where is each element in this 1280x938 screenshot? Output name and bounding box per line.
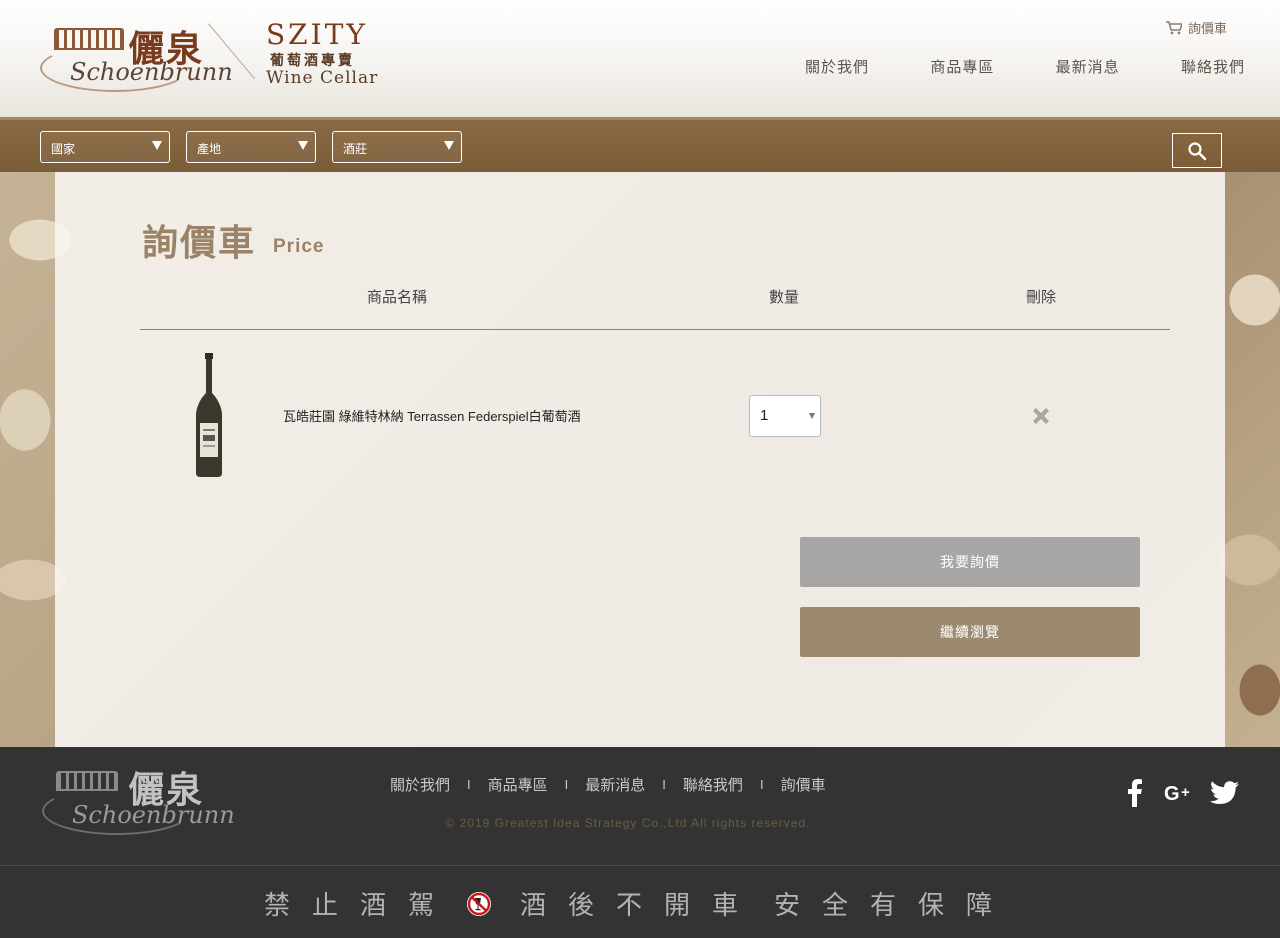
twitter-icon[interactable]: [1210, 781, 1240, 805]
footer-nav-separator: I: [759, 777, 764, 792]
nav-products[interactable]: 商品專區: [930, 56, 994, 77]
slogan: 禁止酒駕 酒後不開車 安全有保障: [264, 885, 1014, 922]
slogan-middle: 酒後不開車: [520, 890, 761, 920]
copyright-text: © 2019 Greatest Idea Strategy Co.,Ltd Al…: [445, 816, 811, 830]
continue-browsing-button[interactable]: 繼續瀏覽: [800, 607, 1140, 657]
quantity-select[interactable]: 1: [749, 395, 821, 437]
nav-news[interactable]: 最新消息: [1056, 56, 1120, 77]
logo-brand-script: Schoenbrunn: [70, 58, 233, 86]
footer-nav: 關於我們 I 商品專區 I 最新消息 I 聯絡我們 I 詢價車: [390, 774, 826, 795]
column-header-name: 商品名稱: [367, 289, 428, 306]
region-select-label: 產地: [197, 142, 222, 156]
nav-about[interactable]: 關於我們: [805, 56, 869, 77]
site-header: 儷泉 Schoenbrunn SZITY 葡萄酒專賣 Wine Cellar 詢…: [0, 0, 1280, 117]
country-select[interactable]: 國家: [40, 131, 170, 163]
inquire-button[interactable]: 我要詢價: [800, 537, 1140, 587]
winery-select-label: 酒莊: [343, 142, 368, 156]
footer-nav-separator: I: [564, 777, 569, 792]
filter-bar: 國家 產地 酒莊: [0, 117, 1280, 172]
site-logo[interactable]: 儷泉 Schoenbrunn SZITY 葡萄酒專賣 Wine Cellar: [40, 14, 380, 94]
product-name[interactable]: 瓦皓莊園 綠維特林納 Terrassen Federspiel白葡萄酒: [283, 406, 581, 425]
chevron-down-icon: [809, 413, 815, 419]
footer-nav-cart[interactable]: 詢價車: [781, 774, 826, 795]
nav-contact[interactable]: 聯絡我們: [1181, 56, 1245, 77]
slogan-right: 安全有保障: [774, 890, 1015, 920]
footer-nav-separator: I: [467, 777, 471, 792]
no-drink-driving-icon: [467, 891, 492, 916]
partner-logo-name: SZITY: [266, 18, 368, 51]
footer-nav-about[interactable]: 關於我們: [390, 774, 450, 795]
cart-link-label: 詢價車: [1188, 21, 1228, 36]
column-header-delete: 刪除: [1026, 289, 1057, 306]
cart-icon: [1166, 20, 1182, 34]
footer-nav-products[interactable]: 商品專區: [488, 774, 548, 795]
table-header-divider: [140, 329, 1170, 330]
svg-text:+: +: [1181, 784, 1190, 801]
footer-nav-separator: I: [662, 777, 666, 792]
chevron-down-icon: [152, 141, 162, 150]
winery-select[interactable]: 酒莊: [332, 131, 462, 163]
footer-divider: [0, 865, 1280, 866]
page-subtitle: Price: [273, 236, 325, 257]
slogan-left: 禁止酒駕: [264, 890, 457, 920]
main-nav: 關於我們 商品專區 最新消息 聯絡我們: [805, 56, 1245, 77]
footer-nav-news[interactable]: 最新消息: [585, 774, 645, 795]
page-title: 詢價車: [142, 222, 257, 263]
quantity-value: 1: [760, 407, 769, 424]
svg-text:G: G: [1164, 783, 1180, 803]
region-select[interactable]: 產地: [186, 131, 316, 163]
cart-panel: 詢價車 Price 商品名稱 數量 刪除 瓦皓莊園 綠維特林納 Terrasse…: [55, 172, 1225, 747]
partner-logo-cn: 葡萄酒專賣: [270, 53, 355, 69]
google-plus-icon[interactable]: G +: [1164, 783, 1194, 803]
country-select-label: 國家: [51, 142, 76, 156]
column-header-quantity: 數量: [769, 289, 800, 306]
site-footer: 儷泉 Schoenbrunn 關於我們 I 商品專區 I 最新消息 I 聯絡我們…: [0, 747, 1280, 938]
facebook-icon[interactable]: [1124, 779, 1144, 807]
chevron-down-icon: [444, 141, 454, 150]
partner-logo-en: Wine Cellar: [266, 68, 379, 88]
cart-link[interactable]: 詢價車: [1166, 18, 1227, 37]
chevron-down-icon: [298, 141, 308, 150]
product-image[interactable]: [192, 353, 226, 477]
close-icon[interactable]: [1029, 404, 1053, 428]
search-button[interactable]: [1172, 133, 1222, 168]
search-icon: [1188, 141, 1207, 160]
footer-nav-contact[interactable]: 聯絡我們: [683, 774, 743, 795]
